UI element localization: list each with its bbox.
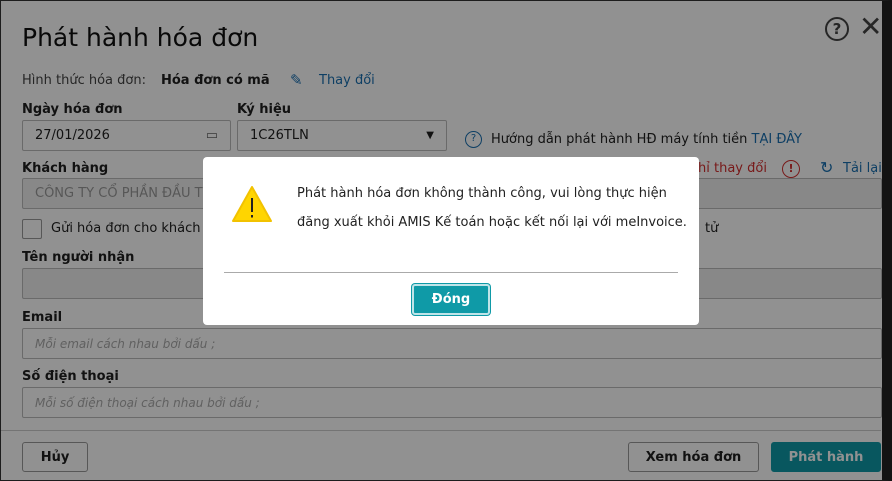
warning-icon — [232, 186, 272, 222]
alert-divider — [224, 272, 678, 273]
error-alert: Phát hành hóa đơn không thành công, vui … — [203, 157, 699, 325]
alert-message: Phát hành hóa đơn không thành công, vui … — [297, 186, 687, 230]
close-alert-button[interactable]: Đóng — [412, 284, 490, 315]
